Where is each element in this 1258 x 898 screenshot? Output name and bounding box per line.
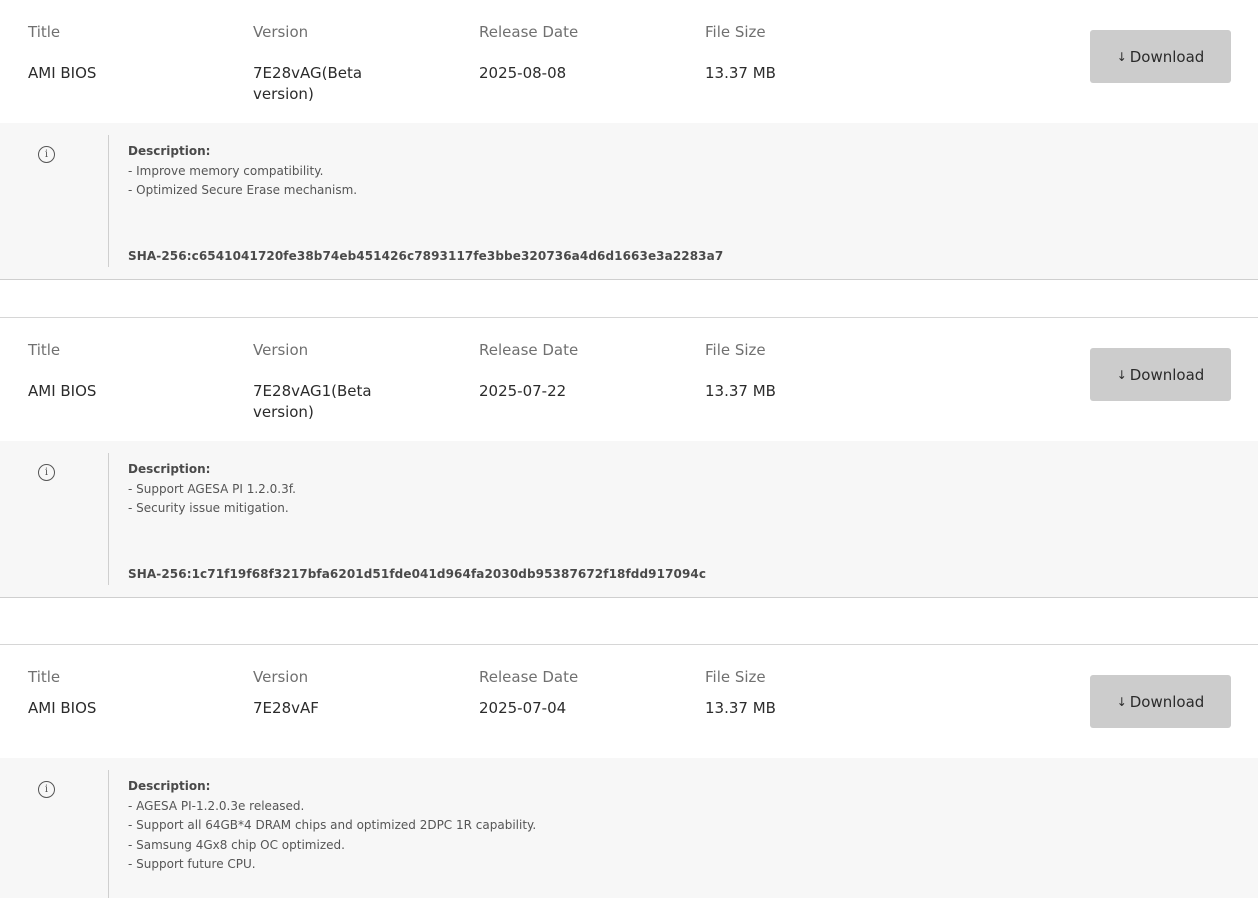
description-line: - Improve memory compatibility. bbox=[128, 163, 324, 178]
file-size-label: File Size bbox=[705, 668, 766, 686]
file-size-value: 13.37 MB bbox=[705, 382, 776, 400]
file-size-label: File Size bbox=[705, 23, 766, 41]
download-button[interactable]: ↓ Download bbox=[1090, 348, 1231, 401]
file-size-column: File Size 13.37 MB bbox=[705, 22, 905, 84]
release-date-column: Release Date 2025-08-08 bbox=[479, 22, 679, 84]
bios-entry: Title AMI BIOS Version 7E28vAG1(Beta ver… bbox=[0, 317, 1258, 598]
divider bbox=[108, 453, 109, 585]
release-date-column: Release Date 2025-07-04 bbox=[479, 667, 679, 719]
release-date-value: 2025-07-22 bbox=[479, 382, 567, 400]
description-title: Description: bbox=[128, 462, 211, 476]
entry-header: Title AMI BIOS Version 7E28vAG1(Beta ver… bbox=[0, 318, 1258, 441]
title-value: AMI BIOS bbox=[28, 64, 97, 82]
description-title: Description: bbox=[128, 144, 211, 158]
download-label: Download bbox=[1129, 365, 1205, 384]
version-value: 7E28vAG1(Beta version) bbox=[253, 382, 372, 421]
description-line: - Support future CPU. bbox=[128, 857, 256, 871]
version-value: 7E28vAG(Beta version) bbox=[253, 64, 363, 103]
release-date-value: 2025-08-08 bbox=[479, 64, 567, 82]
info-icon: i bbox=[38, 146, 55, 163]
info-icon: i bbox=[38, 781, 55, 798]
divider bbox=[108, 770, 109, 898]
description-line: - Samsung 4Gx8 chip OC optimized. bbox=[128, 837, 345, 852]
title-column: Title AMI BIOS bbox=[28, 340, 228, 402]
divider bbox=[108, 135, 109, 267]
file-size-value: 13.37 MB bbox=[705, 64, 776, 82]
release-date-label: Release Date bbox=[479, 668, 579, 686]
title-column: Title AMI BIOS bbox=[28, 22, 228, 84]
version-value: 7E28vAF bbox=[253, 699, 319, 717]
version-column: Version 7E28vAG(Beta version) bbox=[253, 22, 393, 105]
description-line: - Optimized Secure Erase mechanism. bbox=[128, 183, 358, 197]
download-label: Download bbox=[1129, 47, 1205, 66]
info-icon: i bbox=[38, 464, 55, 481]
description-line: - Support all 64GB*4 DRAM chips and opti… bbox=[128, 818, 537, 832]
file-size-label: File Size bbox=[705, 341, 766, 359]
version-column: Version 7E28vAF bbox=[253, 667, 393, 719]
download-button[interactable]: ↓ Download bbox=[1090, 30, 1231, 83]
version-label: Version bbox=[253, 23, 309, 41]
bios-entry: Title AMI BIOS Version 7E28vAG(Beta vers… bbox=[0, 0, 1258, 280]
title-label: Title bbox=[28, 341, 61, 359]
description-line: - Support AGESA PI 1.2.0.3f. bbox=[128, 481, 296, 496]
description-body: Description: - Support AGESA PI 1.2.0.3f… bbox=[128, 460, 296, 519]
sha-checksum: SHA-256:1c71f19f68f3217bfa6201d51fde041d… bbox=[128, 567, 707, 581]
release-date-label: Release Date bbox=[479, 23, 579, 41]
description-body: Description: - AGESA PI-1.2.0.3e release… bbox=[128, 777, 536, 875]
description-body: Description: - Improve memory compatibil… bbox=[128, 142, 357, 201]
description-panel: i Description: - Improve memory compatib… bbox=[0, 123, 1258, 280]
download-arrow-icon: ↓ bbox=[1116, 49, 1127, 64]
download-arrow-icon: ↓ bbox=[1116, 367, 1127, 382]
download-arrow-icon: ↓ bbox=[1116, 694, 1127, 709]
sha-checksum: SHA-256:c6541041720fe38b74eb451426c78931… bbox=[128, 249, 724, 263]
version-label: Version bbox=[253, 341, 309, 359]
title-value: AMI BIOS bbox=[28, 699, 97, 717]
download-label: Download bbox=[1129, 692, 1205, 711]
release-date-column: Release Date 2025-07-22 bbox=[479, 340, 679, 402]
title-label: Title bbox=[28, 23, 61, 41]
file-size-column: File Size 13.37 MB bbox=[705, 667, 905, 719]
title-value: AMI BIOS bbox=[28, 382, 97, 400]
description-panel: i Description: - AGESA PI-1.2.0.3e relea… bbox=[0, 758, 1258, 898]
description-panel: i Description: - Support AGESA PI 1.2.0.… bbox=[0, 441, 1258, 598]
title-label: Title bbox=[28, 668, 61, 686]
description-line: - AGESA PI-1.2.0.3e released. bbox=[128, 798, 305, 813]
version-column: Version 7E28vAG1(Beta version) bbox=[253, 340, 393, 423]
entry-header: Title AMI BIOS Version 7E28vAF Release D… bbox=[0, 645, 1258, 758]
file-size-value: 13.37 MB bbox=[705, 699, 776, 717]
description-title: Description: bbox=[128, 779, 211, 793]
bios-entry: Title AMI BIOS Version 7E28vAF Release D… bbox=[0, 644, 1258, 898]
release-date-value: 2025-07-04 bbox=[479, 699, 567, 717]
description-line: - Security issue mitigation. bbox=[128, 501, 289, 515]
file-size-column: File Size 13.37 MB bbox=[705, 340, 905, 402]
download-button[interactable]: ↓ Download bbox=[1090, 675, 1231, 728]
title-column: Title AMI BIOS bbox=[28, 667, 228, 719]
version-label: Version bbox=[253, 668, 309, 686]
entry-header: Title AMI BIOS Version 7E28vAG(Beta vers… bbox=[0, 0, 1258, 123]
release-date-label: Release Date bbox=[479, 341, 579, 359]
